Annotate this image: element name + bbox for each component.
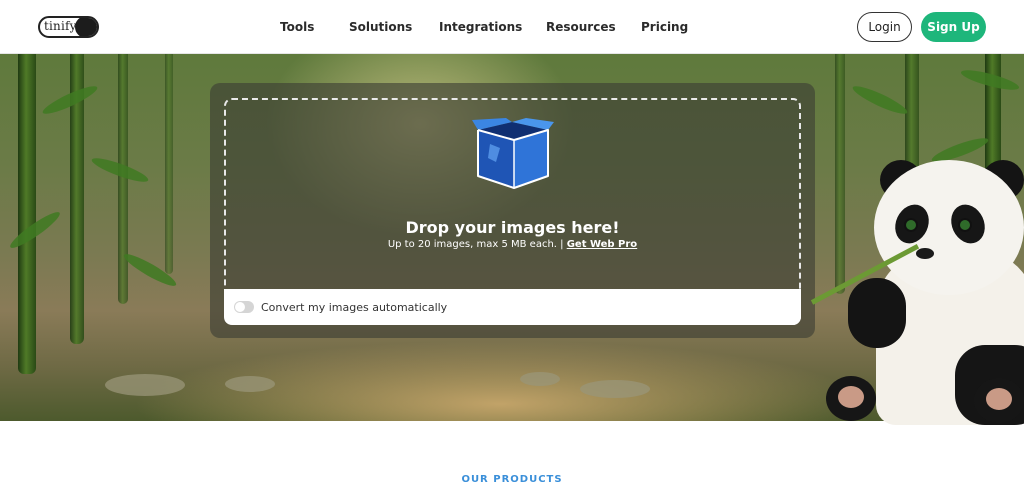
drop-limits-text: Up to 20 images, max 5 MB each. |: [387, 239, 564, 250]
nav-item-tools[interactable]: Tools: [280, 20, 314, 34]
panda-eye: [958, 218, 972, 232]
logo-knob: [75, 18, 97, 36]
bamboo-stalk: [835, 54, 845, 294]
box-icon: [472, 118, 554, 189]
bamboo-stalk: [18, 54, 36, 374]
login-button[interactable]: Login: [857, 12, 912, 42]
nav-item-pricing[interactable]: Pricing: [641, 20, 688, 34]
drop-subtitle: Up to 20 images, max 5 MB each. | Get We…: [224, 239, 801, 250]
bamboo-leaf: [850, 81, 910, 119]
bamboo-stalk: [118, 54, 128, 304]
nav-item-integrations[interactable]: Integrations: [439, 20, 522, 34]
panda-arm: [848, 278, 906, 348]
drop-title: Drop your images here!: [405, 218, 620, 237]
path-stone: [520, 372, 560, 386]
toggle-knob: [235, 302, 245, 312]
panda-paw-pad: [838, 386, 864, 408]
panda-eye: [904, 218, 918, 232]
convert-label: Convert my images automatically: [261, 301, 448, 314]
path-stone: [105, 374, 185, 396]
our-products-label: OUR PRODUCTS: [461, 474, 563, 485]
bamboo-stalk: [165, 54, 173, 274]
nav-item-resources[interactable]: Resources: [546, 20, 616, 34]
tinify-logo[interactable]: tinify: [38, 16, 99, 38]
get-web-pro-link[interactable]: Get Web Pro: [567, 239, 637, 250]
signup-button[interactable]: Sign Up: [921, 12, 986, 42]
panda-nose: [916, 248, 934, 259]
path-stone: [580, 380, 650, 398]
path-stone: [225, 376, 275, 392]
panda-paw-pad: [986, 388, 1012, 410]
site-header: tinify Tools Solutions Integrations Reso…: [0, 0, 1024, 54]
nav-item-solutions[interactable]: Solutions: [349, 20, 412, 34]
convert-toggle[interactable]: [234, 301, 254, 313]
logo-text: tinify: [44, 19, 77, 33]
